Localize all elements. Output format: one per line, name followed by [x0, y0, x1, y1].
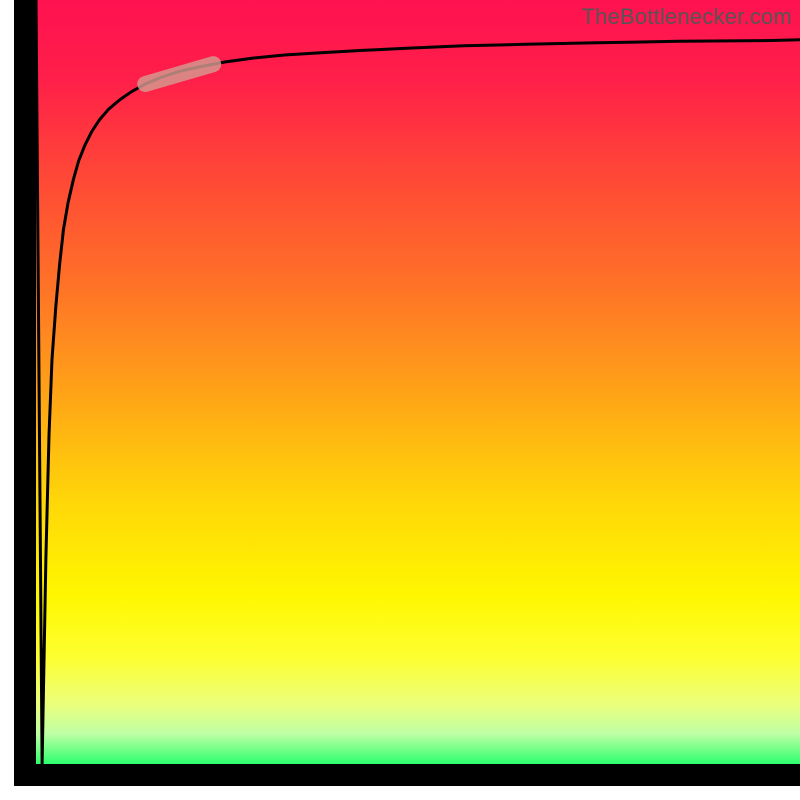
attribution-label: TheBottlenecker.com	[582, 4, 792, 30]
curve-layer	[36, 0, 800, 764]
y-axis	[14, 0, 36, 786]
bottleneck-curve	[36, 0, 800, 764]
highlight-segment	[145, 64, 213, 84]
chart-frame: TheBottlenecker.com	[0, 0, 800, 800]
x-axis	[14, 764, 800, 786]
